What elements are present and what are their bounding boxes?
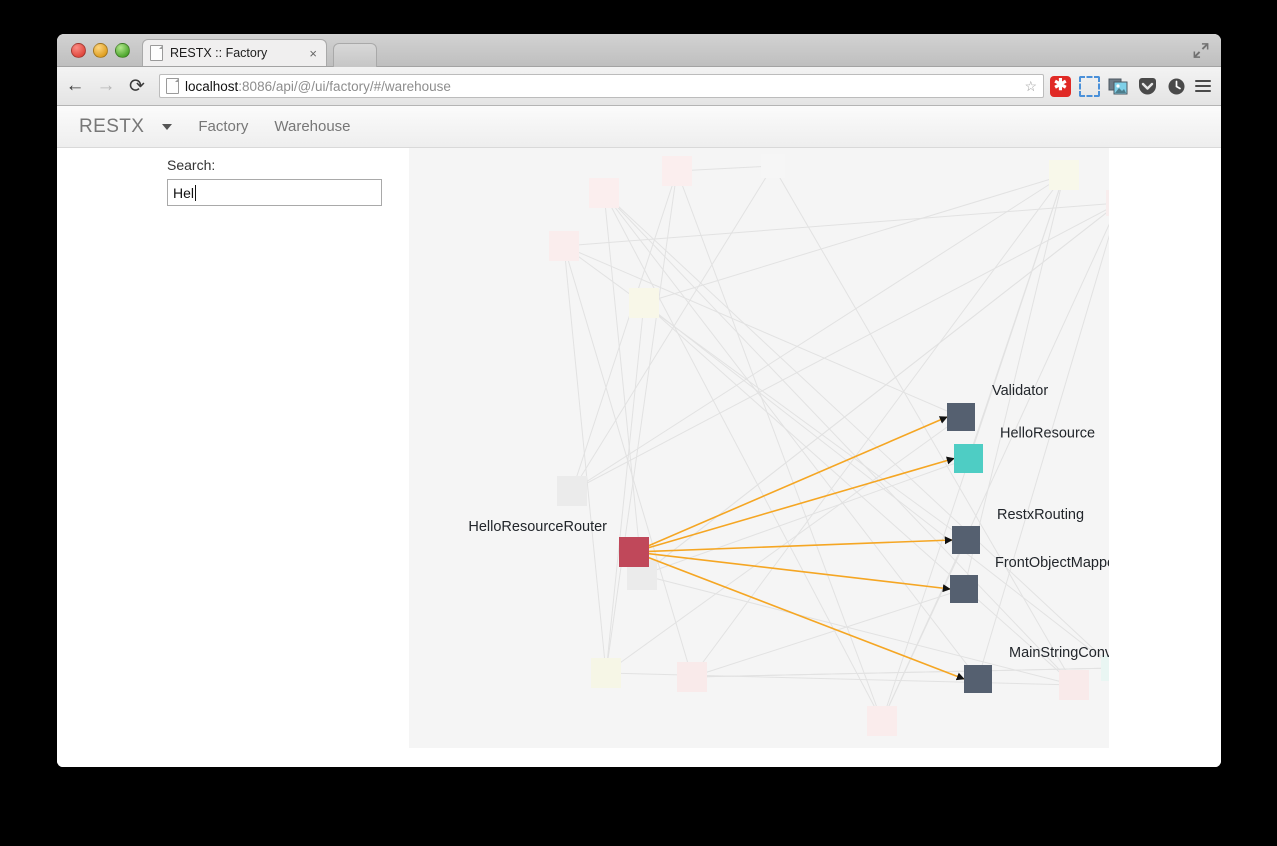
graph-node-label: Validator: [992, 383, 1048, 399]
page-viewport: RESTX Factory Warehouse Search: Hel: [57, 106, 1221, 767]
back-button[interactable]: ←: [62, 73, 88, 99]
graph-node[interactable]: [947, 403, 975, 431]
new-tab-button[interactable]: [333, 43, 377, 67]
faded-edge-group: [564, 166, 1109, 721]
brand-logo[interactable]: RESTX: [79, 116, 144, 138]
browser-window: RESTX :: Factory × ← → ⟳ localhost:8086/…: [57, 34, 1221, 767]
page-icon: [150, 45, 163, 61]
fullscreen-icon[interactable]: [1191, 41, 1211, 60]
forward-button[interactable]: →: [93, 73, 119, 99]
tab-strip: RESTX :: Factory ×: [57, 34, 1221, 67]
search-input-value: Hel: [173, 185, 194, 201]
images-extension-icon[interactable]: [1108, 76, 1129, 97]
nav-link-warehouse[interactable]: Warehouse: [274, 118, 350, 135]
browser-toolbar: ← → ⟳ localhost:8086/api/@/ui/factory/#/…: [57, 67, 1221, 106]
bookmark-star-icon[interactable]: ☆: [1024, 78, 1037, 95]
chevron-down-icon[interactable]: [162, 124, 172, 130]
url-path: :8086/api/@/ui/factory/#/warehouse: [238, 79, 451, 94]
text-caret: [195, 185, 196, 201]
graph-node-label: RestxRouting: [997, 507, 1084, 523]
graph-node[interactable]: [964, 665, 992, 693]
site-info-icon[interactable]: [166, 78, 179, 94]
graph-node-label: MainStringConverter: [1009, 645, 1109, 661]
close-window-button[interactable]: [71, 43, 86, 58]
search-block: Search: Hel: [167, 157, 382, 206]
graph-node[interactable]: [619, 537, 649, 567]
app-navbar: RESTX Factory Warehouse: [57, 106, 1221, 148]
browser-tab[interactable]: RESTX :: Factory ×: [142, 39, 327, 66]
reload-button[interactable]: ⟳: [124, 73, 150, 99]
extension-icons: ✱: [1050, 76, 1221, 97]
graph-canvas[interactable]: HelloResourceRouter Validator HelloResourc…: [409, 148, 1109, 748]
graph-node-label: HelloResource: [1000, 426, 1095, 442]
search-label: Search:: [167, 157, 382, 173]
browser-menu-icon[interactable]: [1195, 80, 1211, 92]
nav-link-factory[interactable]: Factory: [198, 118, 248, 135]
graph-node-label: FrontObjectMapper[ObjectM: [995, 555, 1109, 571]
url-text: localhost:8086/api/@/ui/factory/#/wareho…: [185, 79, 451, 94]
search-input[interactable]: Hel: [167, 179, 382, 206]
tab-title: RESTX :: Factory: [170, 46, 307, 60]
active-edge-group: [634, 417, 964, 679]
pocket-extension-icon[interactable]: [1137, 76, 1158, 97]
window-traffic-lights: [71, 43, 130, 58]
node-label-group: HelloResourceRouter Validator HelloResourc…: [468, 383, 1109, 661]
address-bar[interactable]: localhost:8086/api/@/ui/factory/#/wareho…: [159, 74, 1044, 98]
url-host: localhost: [185, 79, 238, 94]
minimize-window-button[interactable]: [93, 43, 108, 58]
close-icon[interactable]: ×: [307, 47, 319, 60]
page-content: Search: Hel: [57, 148, 1221, 767]
zoom-window-button[interactable]: [115, 43, 130, 58]
screen-capture-icon[interactable]: [1079, 76, 1100, 97]
warehouse-graph-panel[interactable]: HelloResourceRouter Validator HelloResourc…: [409, 148, 1109, 748]
graph-node[interactable]: [950, 575, 978, 603]
graph-node[interactable]: [952, 526, 980, 554]
graph-node[interactable]: [954, 444, 983, 473]
history-clock-icon[interactable]: [1166, 76, 1187, 97]
adblock-extension-icon[interactable]: ✱: [1050, 76, 1071, 97]
graph-node-label: HelloResourceRouter: [468, 519, 607, 535]
